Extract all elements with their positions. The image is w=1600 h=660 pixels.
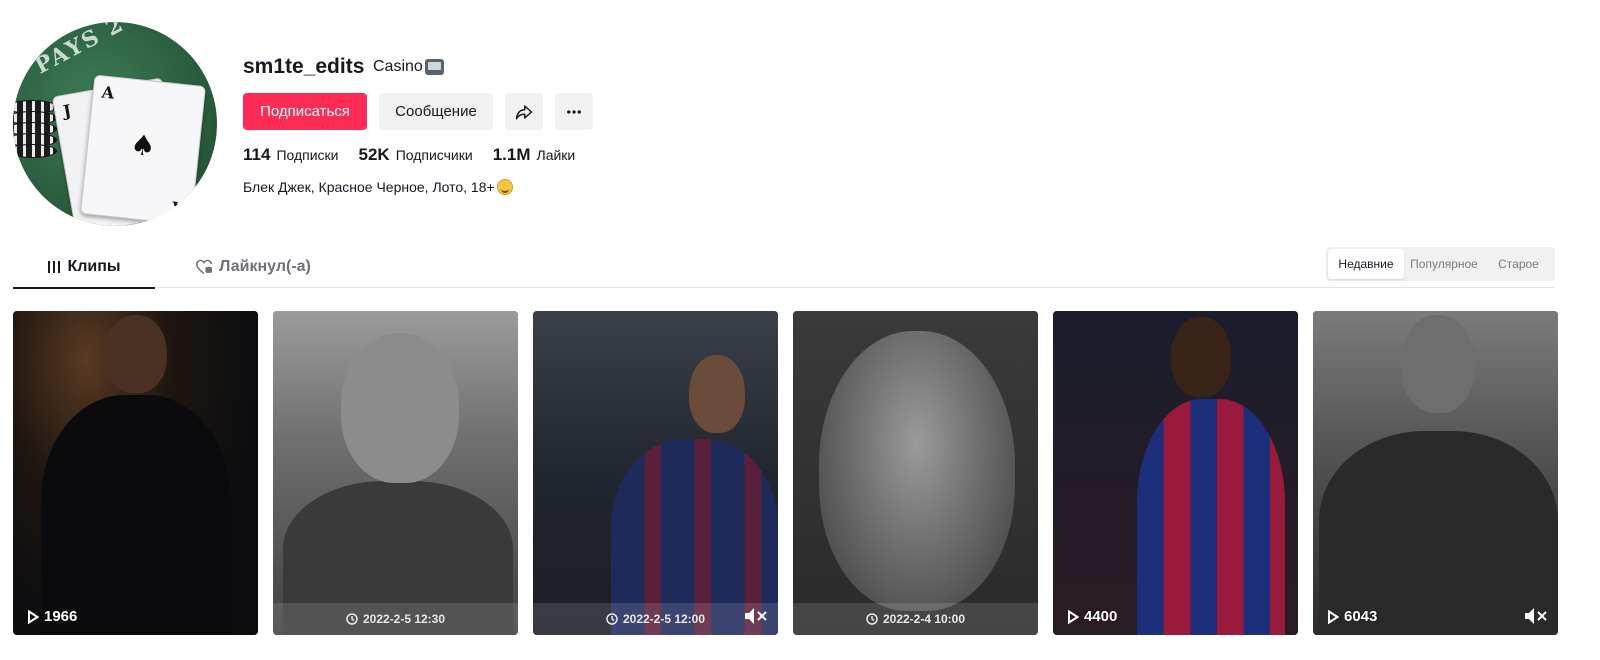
playing-card-ace-spades: A ♠ A	[79, 74, 207, 226]
tv-emoji-icon	[424, 59, 444, 75]
followers-stat[interactable]: 52K Подписчики	[359, 145, 473, 165]
likes-label: Лайки	[536, 147, 576, 163]
tab-clips[interactable]: Клипы	[13, 246, 155, 289]
following-stat[interactable]: 114 Подписки	[243, 145, 339, 165]
message-button[interactable]: Сообщение	[379, 93, 493, 130]
clock-icon	[866, 613, 878, 625]
username: sm1te_edits	[243, 55, 365, 78]
share-icon	[515, 104, 533, 119]
profile-avatar[interactable]: PAYS 2 J A ♠ A	[13, 22, 217, 226]
scheduled-time: 2022-2-5 12:00	[533, 612, 778, 626]
view-count: 6043	[1327, 608, 1377, 625]
video-thumbnail[interactable]: 2022-2-5 12:30	[273, 311, 518, 635]
tab-liked[interactable]: Лайкнул(-а)	[173, 246, 333, 288]
scheduled-time: 2022-2-4 10:00	[793, 612, 1038, 626]
video-thumbnail[interactable]: 2022-2-4 10:00	[793, 311, 1038, 635]
muted-speaker-icon	[1525, 608, 1547, 624]
video-thumbnail[interactable]: 2022-2-5 12:00	[533, 311, 778, 635]
grid-icon	[48, 261, 61, 273]
video-thumbnail[interactable]: 4400	[1053, 311, 1298, 635]
sort-oldest[interactable]: Старое	[1484, 249, 1553, 279]
poker-chips-graphic	[13, 100, 57, 158]
profile-tabs: Клипы Лайкнул(-а)	[13, 246, 1555, 289]
clock-icon	[606, 613, 618, 625]
view-count-text: 1966	[44, 608, 78, 625]
profile-bio: Блек Джек, Красное Черное, Лото, 18+	[243, 179, 513, 195]
play-icon	[1068, 609, 1079, 624]
more-icon	[567, 109, 581, 114]
scheduled-time-text: 2022-2-4 10:00	[882, 612, 966, 626]
clock-icon	[346, 613, 358, 625]
video-grid: 1966 2022-2-5 12:30 2022-2-5 12:00 2022-…	[13, 311, 1558, 635]
bio-text: Блек Джек, Красное Черное, Лото, 18+	[243, 179, 495, 195]
scheduled-time-text: 2022-2-5 12:00	[622, 612, 706, 626]
followers-count: 52K	[358, 145, 390, 164]
scheduled-time-text: 2022-2-5 12:30	[362, 612, 446, 626]
video-thumbnail[interactable]: 1966	[13, 311, 258, 635]
more-button[interactable]	[555, 93, 593, 130]
heart-lock-icon	[196, 259, 213, 275]
likes-count: 1.1M	[492, 145, 531, 164]
follow-button[interactable]: Подписаться	[243, 93, 367, 130]
play-icon	[1328, 609, 1339, 624]
nickname: Casino	[373, 58, 444, 76]
tab-liked-label: Лайкнул(-а)	[219, 258, 311, 275]
smiling-face-icon	[496, 179, 513, 195]
followers-label: Подписчики	[395, 147, 473, 163]
likes-stat: 1.1M Лайки	[493, 145, 576, 165]
profile-actions: Подписаться Сообщение	[243, 93, 593, 130]
view-count-text: 6043	[1344, 608, 1378, 625]
scheduled-time: 2022-2-5 12:30	[273, 612, 518, 626]
sort-control: Недавние Популярное Старое	[1326, 247, 1555, 281]
scheduled-bar: 2022-2-5 12:30	[273, 603, 518, 635]
muted-speaker-icon	[745, 608, 767, 624]
share-button[interactable]	[505, 93, 543, 130]
video-thumbnail[interactable]: 6043	[1313, 311, 1558, 635]
play-icon	[28, 609, 39, 624]
sort-recent[interactable]: Недавние	[1328, 249, 1404, 279]
avatar-felt-text: PAYS 2	[30, 22, 129, 80]
following-label: Подписки	[276, 147, 339, 163]
profile-stats: 114 Подписки 52K Подписчики 1.1M Лайки	[243, 145, 575, 165]
following-count: 114	[243, 145, 271, 164]
view-count: 4400	[1067, 608, 1117, 625]
scheduled-bar: 2022-2-5 12:00	[533, 603, 778, 635]
nickname-text: Casino	[373, 58, 423, 75]
scheduled-bar: 2022-2-4 10:00	[793, 603, 1038, 635]
view-count: 1966	[27, 608, 77, 625]
sort-popular[interactable]: Популярное	[1404, 249, 1484, 279]
view-count-text: 4400	[1084, 608, 1118, 625]
tab-clips-label: Клипы	[67, 258, 121, 275]
